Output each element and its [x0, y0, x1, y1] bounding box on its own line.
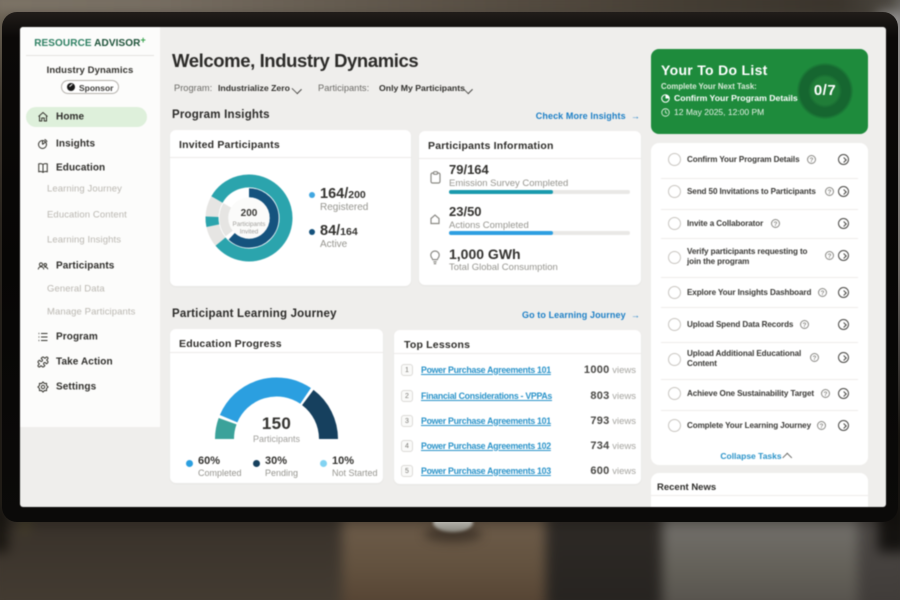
svg-text:Participants: Participants — [233, 221, 266, 228]
svg-text:Invited: Invited — [240, 229, 259, 236]
svg-text:200: 200 — [241, 208, 258, 219]
